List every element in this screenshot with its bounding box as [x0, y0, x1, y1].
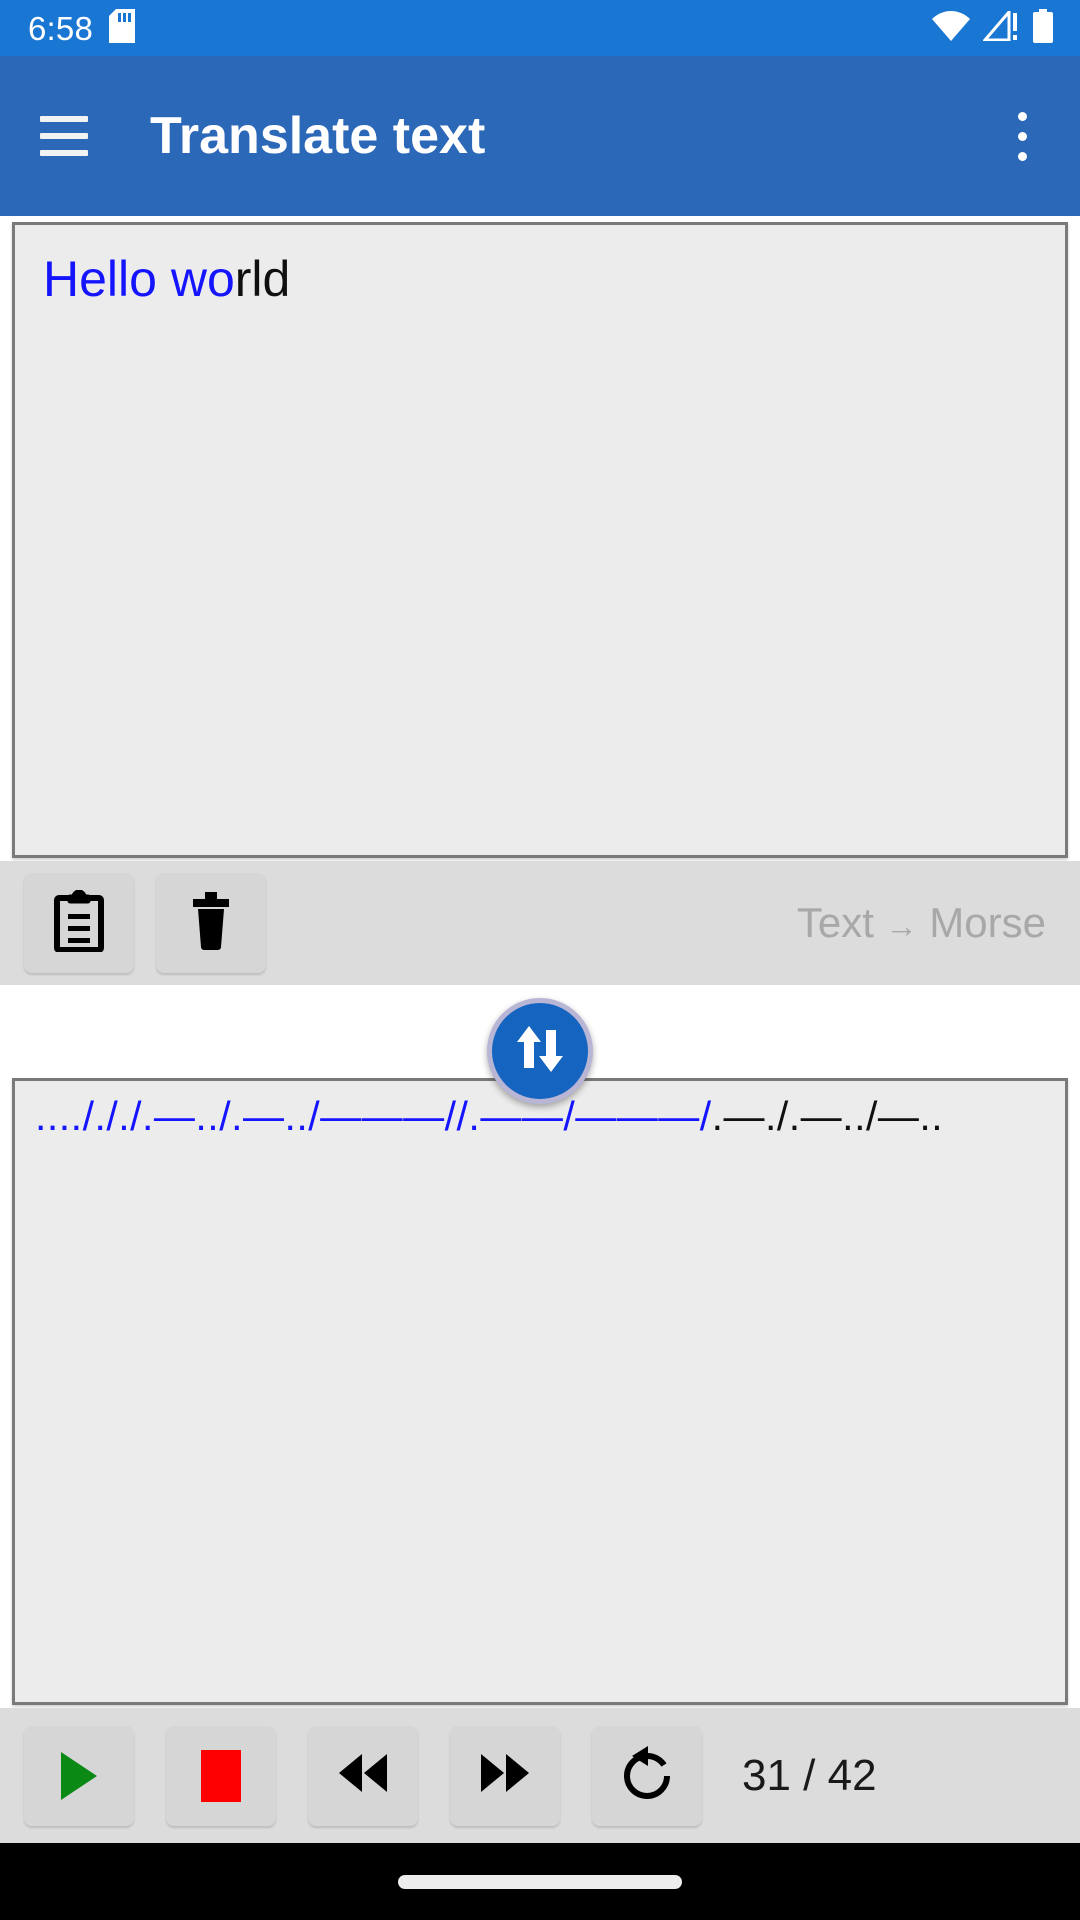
- status-clock: 6:58: [28, 9, 94, 47]
- stop-icon: [201, 1749, 241, 1802]
- app-root: 6:58 Translate text Hello world Text → M…: [0, 0, 1080, 1920]
- swap-vertical-icon: [509, 1018, 571, 1085]
- hamburger-menu-icon[interactable]: [40, 116, 88, 156]
- stop-button[interactable]: [166, 1725, 276, 1826]
- source-text-highlighted: Hello wo: [43, 251, 235, 307]
- system-nav-bar: [0, 1843, 1080, 1920]
- replay-icon: [620, 1744, 674, 1807]
- direction-to: Morse: [929, 899, 1046, 946]
- paste-icon: [53, 889, 105, 957]
- fast-forward-icon: [477, 1752, 533, 1799]
- battery-full-icon: [1032, 8, 1054, 48]
- play-icon: [61, 1751, 97, 1800]
- play-button[interactable]: [24, 1725, 134, 1826]
- swap-direction-button[interactable]: [487, 998, 593, 1104]
- app-bar: Translate text: [0, 56, 1080, 216]
- wifi-icon: [932, 10, 970, 46]
- playback-counter: 31 / 42: [742, 1750, 877, 1800]
- rewind-button[interactable]: [308, 1725, 418, 1826]
- clear-button[interactable]: [156, 873, 266, 973]
- source-toolbar: Text → Morse: [0, 861, 1080, 985]
- translation-direction-label: Text → Morse: [797, 902, 1050, 944]
- source-text-input[interactable]: Hello world: [12, 222, 1068, 858]
- source-text-remaining: rld: [234, 251, 291, 307]
- gesture-nav-handle[interactable]: [398, 1874, 682, 1889]
- page-title: Translate text: [150, 107, 486, 165]
- overflow-menu-icon[interactable]: [994, 101, 1050, 171]
- fast-forward-button[interactable]: [450, 1725, 560, 1826]
- playback-toolbar: 31 / 42: [0, 1708, 1080, 1843]
- status-bar-left: 6:58: [28, 8, 136, 48]
- signal-no-sim-icon: [981, 7, 1019, 46]
- status-bar: 6:58: [0, 0, 1080, 56]
- direction-from: Text: [796, 899, 874, 946]
- direction-arrow-icon: →: [885, 908, 918, 944]
- morse-remaining: .—./.—../—..: [711, 1093, 944, 1139]
- source-text-content: Hello world: [43, 251, 1041, 307]
- rewind-icon: [335, 1752, 391, 1799]
- status-bar-right: [932, 7, 1054, 48]
- morse-highlighted: ..../././.—../.—../———//.——/———/: [35, 1093, 712, 1139]
- morse-output-area[interactable]: ..../././.—../.—../———//.——/———/.—./.—..…: [12, 1078, 1068, 1705]
- paste-button[interactable]: [24, 873, 134, 973]
- replay-button[interactable]: [592, 1725, 702, 1826]
- sd-card-icon: [109, 8, 136, 48]
- delete-icon: [189, 891, 233, 955]
